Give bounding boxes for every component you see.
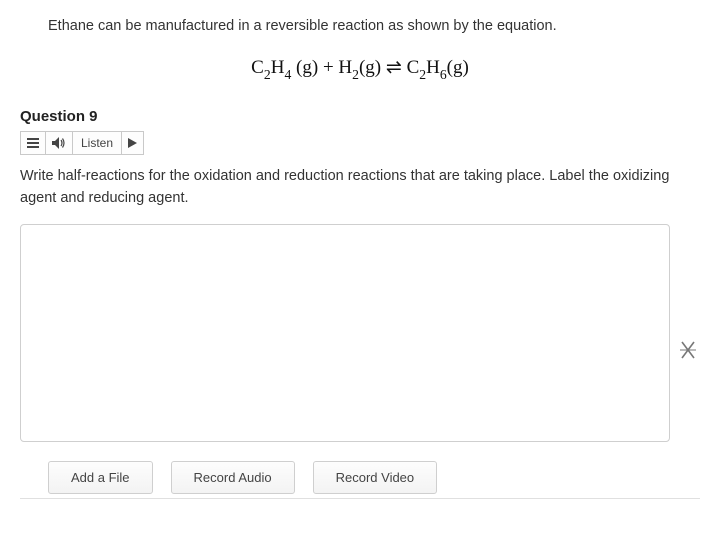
answer-textarea[interactable] (20, 224, 670, 442)
menu-icon[interactable] (21, 132, 46, 154)
record-audio-button[interactable]: Record Audio (171, 461, 295, 494)
add-file-button[interactable]: Add a File (48, 461, 153, 494)
play-icon[interactable] (122, 132, 143, 154)
question-container: Question 9 Listen Write half-reactions f… (0, 108, 720, 499)
speaker-icon[interactable] (46, 132, 73, 154)
listen-toolbar: Listen (20, 131, 144, 155)
equilibrium-arrow: ⇌ (381, 57, 406, 78)
record-video-button[interactable]: Record Video (313, 461, 438, 494)
intro-text: Ethane can be manufactured in a reversib… (0, 0, 720, 34)
equation: C2H4 (g) + H2(g) ⇌ C2H6(g) (0, 34, 720, 108)
question-prompt: Write half-reactions for the oxidation a… (20, 165, 700, 210)
reactant-2: H2(g) (338, 57, 381, 78)
resize-handle-icon[interactable] (680, 340, 696, 363)
question-heading: Question 9 (20, 108, 700, 125)
product: C2H6(g) (407, 57, 469, 78)
plus-sign: + (318, 57, 338, 78)
reactant-1: C2H4 (g) (251, 57, 318, 78)
answer-area (20, 224, 700, 445)
action-row: Add a File Record Audio Record Video (20, 461, 700, 499)
listen-label[interactable]: Listen (73, 132, 122, 154)
